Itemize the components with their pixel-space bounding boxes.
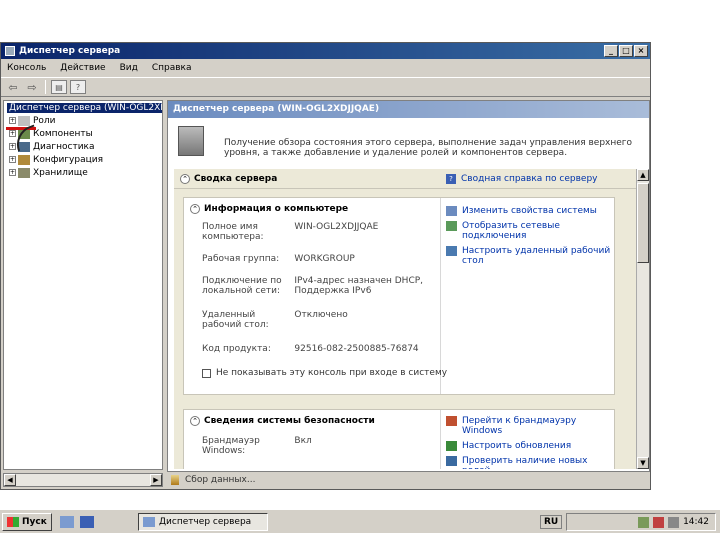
tray-security-icon[interactable] [653, 516, 665, 528]
network-icon [446, 221, 457, 231]
minimize-button[interactable]: _ [604, 45, 618, 57]
server-manager-icon [143, 517, 155, 527]
check-new-roles-link[interactable]: Проверить наличие новых ролей [446, 456, 612, 469]
expand-icon[interactable]: + [9, 169, 16, 176]
info-row: Подключение по локальной сети: IPv4-адре… [202, 276, 424, 296]
clock[interactable]: 14:42 [683, 517, 709, 527]
server-manager-window: Диспетчер сервера _ □ × Консоль Действие… [0, 42, 651, 490]
expand-icon[interactable]: + [9, 143, 16, 150]
remote-desktop-icon [446, 246, 457, 256]
menu-bar: Консоль Действие Вид Справка [1, 60, 650, 76]
computer-info-panel: ⌃ Информация о компьютере Полное имя ком… [183, 197, 615, 395]
storage-icon [18, 167, 30, 178]
windows-flag-icon [7, 516, 19, 527]
collapse-icon[interactable]: ⌃ [180, 173, 190, 184]
roles-icon [18, 115, 30, 126]
info-row: Рабочая группа: WORKGROUP [202, 254, 355, 264]
details-pane: Диспетчер сервера (WIN-OGL2XDJJQAE) Полу… [167, 100, 650, 472]
system-tray: 14:42 [566, 513, 716, 531]
status-bar: Сбор данных... [167, 473, 650, 487]
scroll-up-icon[interactable]: ▲ [637, 169, 649, 181]
menu-help[interactable]: Справка [152, 63, 192, 73]
taskbar: Пуск Диспетчер сервера RU 14:42 [0, 509, 720, 533]
details-header: Диспетчер сервера (WIN-OGL2XDJJQAE) [168, 101, 649, 118]
firewall-icon [446, 416, 457, 426]
info-row: Полное имя компьютера: WIN-OGL2XDJJQAE [202, 222, 379, 242]
help-icon: ? [446, 174, 456, 184]
scroll-thumb[interactable] [637, 183, 649, 263]
computer-info-links: Изменить свойства системы Отобразить сет… [446, 206, 612, 271]
scroll-down-icon[interactable]: ▼ [637, 457, 649, 469]
remote-desktop-link[interactable]: Настроить удаленный рабочий стол [446, 246, 612, 266]
summary-content: ⌃ Сводка сервера ? Сводная справка по се… [174, 169, 636, 469]
configure-updates-link[interactable]: Настроить обновления [446, 441, 612, 451]
no-show-checkbox-row[interactable]: Не показывать эту консоль при входе в си… [202, 368, 447, 378]
language-indicator[interactable]: RU [540, 515, 563, 529]
network-connections-link[interactable]: Отобразить сетевые подключения [446, 221, 612, 241]
info-row: Код продукта: 92516-082-2500885-76874 [202, 344, 419, 354]
forward-arrow-icon[interactable]: ⇨ [24, 80, 40, 94]
hourglass-icon [171, 475, 179, 485]
menu-action[interactable]: Действие [60, 63, 105, 73]
change-system-properties-link[interactable]: Изменить свойства системы [446, 206, 612, 216]
start-button[interactable]: Пуск [2, 512, 52, 531]
intro-section: Получение обзора состояния этого сервера… [168, 118, 649, 163]
info-row: Удаленный рабочий стол: Отключено [202, 310, 348, 330]
maximize-button[interactable]: □ [619, 45, 633, 57]
summary-help-link[interactable]: ? Сводная справка по серверу [446, 174, 598, 184]
info-row: Брандмауэр Windows: Вкл [202, 436, 312, 456]
scroll-right-icon[interactable]: ▶ [150, 474, 162, 486]
server-tower-icon [178, 126, 204, 156]
menu-view[interactable]: Вид [120, 63, 138, 73]
window-title: Диспетчер сервера [19, 46, 121, 56]
firewall-link[interactable]: Перейти к брандмауэру Windows [446, 416, 612, 436]
tree-item-configuration[interactable]: + Конфигурация [4, 153, 162, 166]
tray-network-icon[interactable] [638, 516, 650, 528]
app-icon [5, 46, 15, 56]
menu-console[interactable]: Консоль [7, 63, 46, 73]
console-tree: Диспетчер сервера (WIN-OGL2XDJJQAE) + Ро… [3, 100, 163, 470]
server-manager-quick-icon[interactable] [59, 515, 74, 528]
system-properties-icon [446, 206, 457, 216]
tree-item-roles[interactable]: + Роли [4, 114, 162, 127]
tree-item-root[interactable]: Диспетчер сервера (WIN-OGL2XDJJQAE) [4, 101, 162, 114]
security-info-header[interactable]: ⌃ Сведения системы безопасности [190, 416, 375, 426]
no-show-checkbox[interactable] [202, 368, 211, 378]
desktop-quick-icon[interactable] [79, 515, 94, 528]
collapse-icon[interactable]: ⌃ [190, 416, 200, 426]
quick-launch [59, 515, 94, 528]
server-summary-header[interactable]: ⌃ Сводка сервера ? Сводная справка по се… [174, 169, 636, 189]
expand-icon[interactable]: + [9, 117, 16, 124]
scroll-left-icon[interactable]: ◀ [4, 474, 16, 486]
tree-item-storage[interactable]: + Хранилище [4, 166, 162, 179]
tree-scrollbar[interactable]: ◀ ▶ [3, 473, 163, 487]
collapse-icon[interactable]: ⌃ [190, 204, 200, 214]
security-info-panel: ⌃ Сведения системы безопасности Брандмау… [183, 409, 615, 469]
expand-icon[interactable]: + [9, 130, 16, 137]
close-button[interactable]: × [634, 45, 648, 57]
help-icon[interactable]: ? [70, 80, 86, 94]
details-scrollbar[interactable]: ▲ ▼ [636, 169, 649, 469]
back-arrow-icon[interactable]: ⇦ [5, 80, 21, 94]
computer-info-header[interactable]: ⌃ Информация о компьютере [190, 204, 348, 214]
taskbar-task-server-manager[interactable]: Диспетчер сервера [138, 513, 268, 531]
configuration-icon [18, 154, 30, 165]
tray-volume-icon[interactable] [668, 516, 680, 528]
roles-check-icon [446, 456, 457, 466]
title-bar[interactable]: Диспетчер сервера _ □ × [1, 43, 650, 59]
console-tree-icon[interactable]: ▤ [51, 80, 67, 94]
updates-icon [446, 441, 457, 451]
expand-icon[interactable]: + [9, 156, 16, 163]
toolbar: ⇦ ⇨ ▤ ? [1, 77, 650, 97]
security-links: Перейти к брандмауэру Windows Настроить … [446, 416, 612, 469]
intro-text: Получение обзора состояния этого сервера… [224, 138, 633, 158]
